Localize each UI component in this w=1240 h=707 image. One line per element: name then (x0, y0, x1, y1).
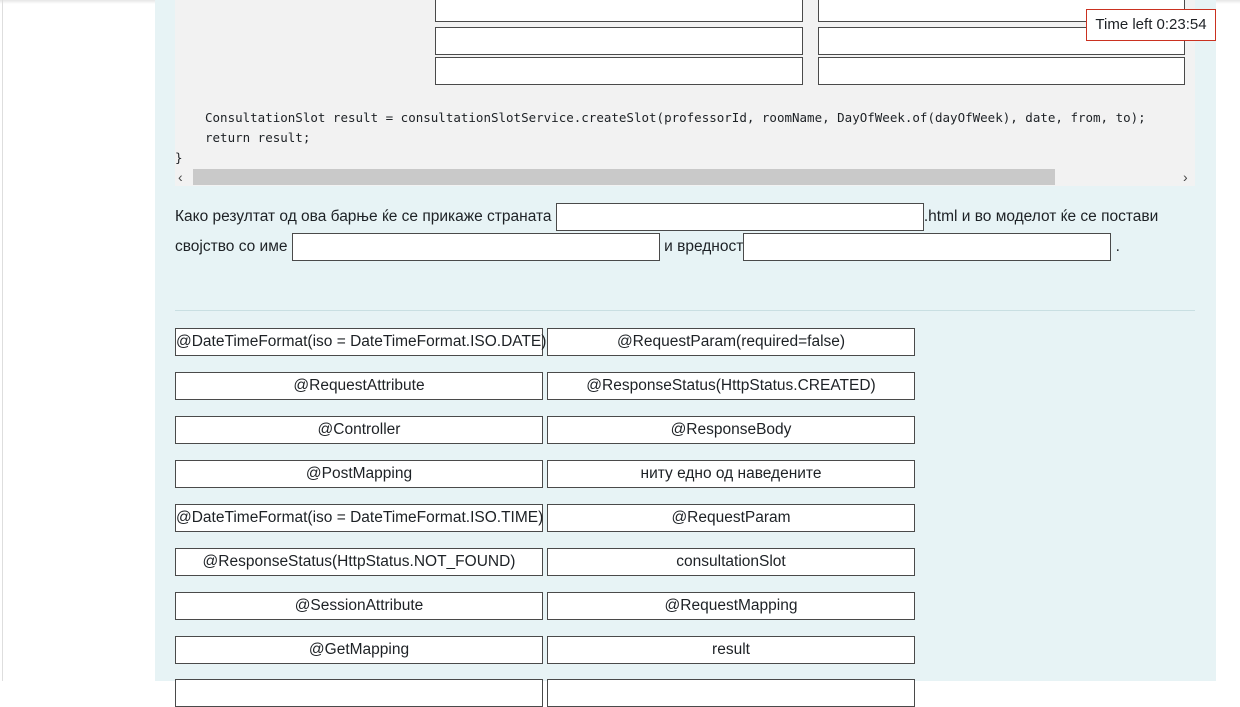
drop-zone-6[interactable] (818, 57, 1185, 85)
choice-controller[interactable]: @Controller (175, 416, 543, 444)
scroll-right-icon[interactable]: › (1183, 168, 1188, 186)
choice-getmapping[interactable]: @GetMapping (175, 636, 543, 664)
drop-zone-5[interactable] (435, 57, 803, 85)
choice-consultationslot[interactable]: consultationSlot (547, 548, 915, 576)
divider (175, 310, 1195, 311)
scroll-left-icon[interactable]: ‹ (178, 168, 183, 186)
choice-sessionattribute[interactable]: @SessionAttribute (175, 592, 543, 620)
choice-requestparam-not-required[interactable]: @RequestParam(required=false) (547, 328, 915, 356)
question-panel: ConsultationSlot result = consultationSl… (155, 0, 1216, 707)
question-sentence-line1: Како резултат од ова барње ќе се прикаже… (175, 202, 1158, 232)
choice-requestparam[interactable]: @RequestParam (547, 504, 915, 532)
choice-postmapping[interactable]: @PostMapping (175, 460, 543, 488)
choice-none-of-the-above[interactable]: ниту едно од наведените (547, 460, 915, 488)
choice-partial-1[interactable] (175, 679, 543, 707)
horizontal-scrollbar[interactable]: ‹ › (175, 168, 1195, 186)
choice-datetimeformat-date[interactable]: @DateTimeFormat(iso = DateTimeFormat.ISO… (175, 328, 546, 356)
choice-responsestatus-not-found[interactable]: @ResponseStatus(HttpStatus.NOT_FOUND) (175, 548, 543, 576)
question-text-part1: Како резултат од ова барње ќе се прикаже… (175, 208, 552, 225)
choice-requestattribute[interactable]: @RequestAttribute (175, 372, 543, 400)
blank-attribute-name[interactable] (291, 232, 660, 261)
code-line-close-brace: } (175, 150, 183, 165)
code-block: ConsultationSlot result = consultationSl… (175, 0, 1195, 186)
question-text-part3: својство со име (175, 238, 288, 255)
question-text-part2: .html и во моделот ќе се постави (923, 208, 1159, 225)
time-left-timer: Time left 0:23:54 (1086, 9, 1216, 41)
page-left-border (2, 0, 3, 681)
code-line-return: return result; (205, 130, 311, 145)
drop-zone-3[interactable] (435, 27, 803, 55)
choice-result[interactable]: result (547, 636, 915, 664)
choice-responsestatus-created[interactable]: @ResponseStatus(HttpStatus.CREATED) (547, 372, 915, 400)
question-text-part4: и вредност (664, 238, 744, 255)
blank-page-name[interactable] (555, 202, 924, 231)
question-text-part5: . (1115, 238, 1120, 255)
choice-partial-2[interactable] (547, 679, 915, 707)
scrollbar-thumb[interactable] (193, 169, 1055, 185)
blank-attribute-value[interactable] (743, 232, 1112, 261)
choice-responsebody[interactable]: @ResponseBody (547, 416, 915, 444)
code-line-create-slot: ConsultationSlot result = consultationSl… (205, 110, 1146, 125)
drop-zone-1[interactable] (435, 0, 803, 22)
choice-requestmapping[interactable]: @RequestMapping (547, 592, 915, 620)
choice-datetimeformat-time[interactable]: @DateTimeFormat(iso = DateTimeFormat.ISO… (175, 504, 543, 532)
question-sentence-line2: својство со име и вредност . (175, 232, 1120, 262)
